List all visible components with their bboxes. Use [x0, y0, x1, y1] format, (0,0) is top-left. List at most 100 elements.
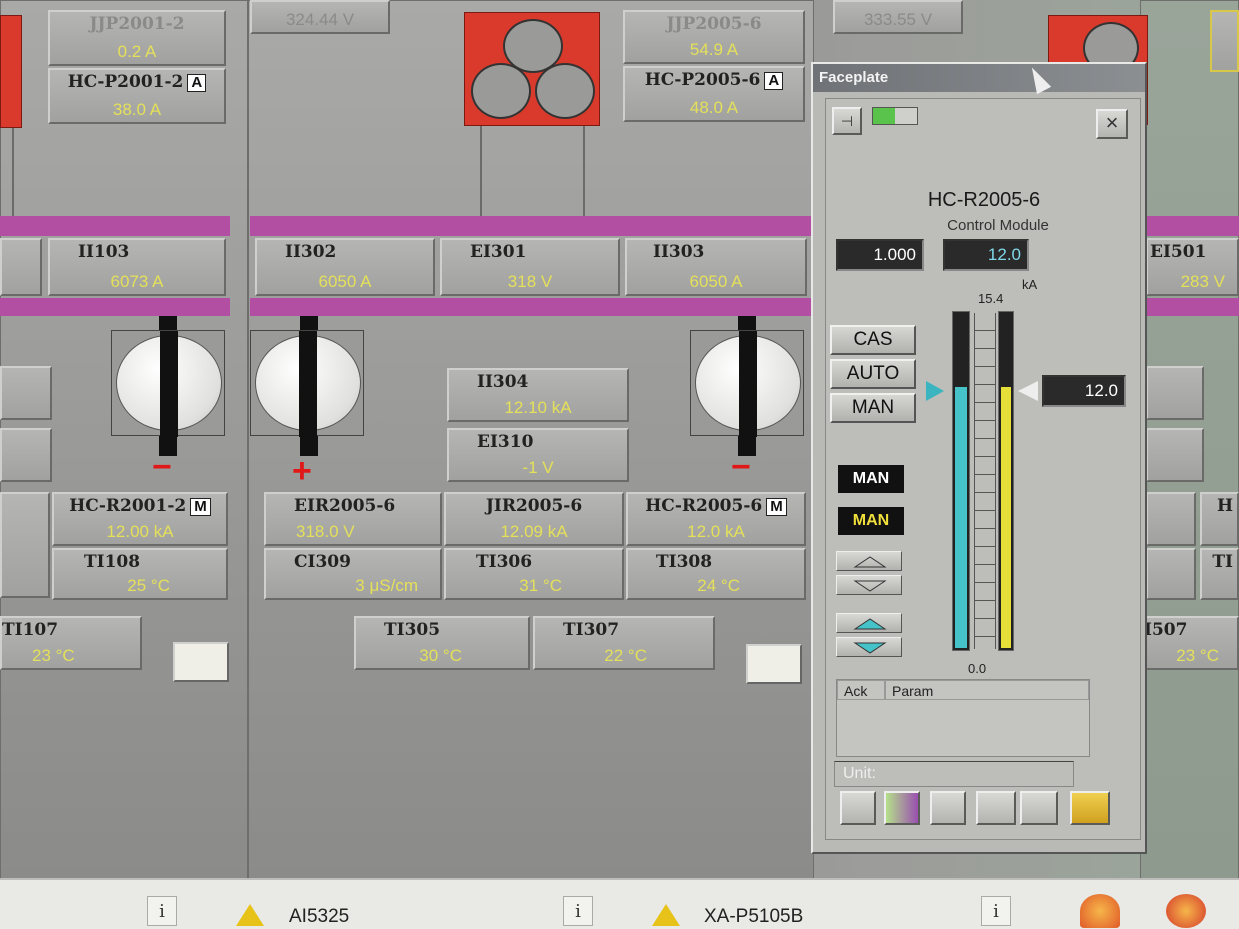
tag-ii304[interactable]: II304 12.10 kA — [447, 368, 629, 422]
tag-ti308[interactable]: TI308 24 °C — [626, 548, 806, 600]
fast-increase-button[interactable] — [836, 613, 902, 633]
warning-icon — [652, 904, 680, 926]
motor-center[interactable] — [464, 12, 600, 126]
tag-hc-p2005-6[interactable]: HC-P2005-6 A 48.0 A — [623, 66, 805, 122]
info-button[interactable]: i — [563, 896, 593, 926]
tag-jjp2005-6[interactable]: JJP2005-6 54.9 A — [623, 10, 805, 64]
minus-sign: − — [731, 448, 751, 486]
tag-right-corner[interactable] — [1210, 10, 1239, 72]
busbar-left — [0, 216, 230, 236]
tag-partial-left[interactable] — [0, 366, 52, 420]
tag-ii302[interactable]: II302 6050 A — [255, 238, 435, 296]
scale-max: 15.4 — [978, 291, 1004, 306]
display-icon[interactable] — [976, 791, 1016, 825]
mode-tag-yellow: MAN — [838, 507, 904, 535]
tag-ei310[interactable]: EI310 -1 V — [447, 428, 629, 482]
fan-icon — [471, 63, 531, 119]
tag-ei501[interactable]: EI501 283 V — [1146, 238, 1239, 296]
faceplate-window: Faceplate ⊣ × HC-R2005-6 Control Module … — [811, 62, 1147, 854]
tag-ei301[interactable]: EI301 318 V — [440, 238, 620, 296]
trend-icon[interactable] — [930, 791, 966, 825]
increase-button[interactable] — [836, 551, 902, 571]
decrease-button[interactable] — [836, 575, 902, 595]
busbar-center-low — [250, 298, 816, 316]
tag-partial-left[interactable] — [0, 492, 50, 598]
busbar-left-low — [0, 298, 230, 316]
breaker-center[interactable] — [250, 330, 364, 437]
setpoint-field[interactable]: 12.0 — [1042, 375, 1126, 407]
pv-marker-icon — [926, 381, 944, 401]
busbar-right-low — [1146, 298, 1239, 316]
info-button[interactable]: i — [147, 896, 177, 926]
alarm-text-2[interactable]: XA-P5105B — [704, 906, 803, 928]
faceplate-icon[interactable] — [884, 791, 920, 825]
list-icon[interactable] — [840, 791, 876, 825]
tag-ii303[interactable]: II303 6050 A — [625, 238, 807, 296]
manual-badge: M — [766, 497, 787, 516]
tag-partial-right-ti[interactable]: TI — [1200, 548, 1239, 600]
alarm-bell-icon[interactable] — [1070, 791, 1110, 825]
tag-eir2005-6[interactable]: EIR2005-6 318.0 V — [264, 492, 442, 546]
alarm-col-param: Param — [885, 680, 1089, 700]
tag-i507[interactable]: I507 23 °C — [1140, 616, 1239, 670]
tag-ti305[interactable]: TI305 30 °C — [354, 616, 530, 670]
tag-hidden-center[interactable]: 324.44 V — [250, 0, 390, 34]
sp-bar-fill — [1001, 387, 1011, 648]
tag-partial-left[interactable] — [0, 238, 42, 296]
tag-ci309[interactable]: CI309 3 μS/cm — [264, 548, 442, 600]
close-button[interactable]: × — [1096, 109, 1128, 139]
mode-cas-button[interactable]: CAS — [830, 325, 916, 355]
tag-partial-right-h[interactable]: H — [1200, 492, 1239, 546]
breaker-left[interactable] — [111, 330, 225, 437]
breaker-right[interactable] — [690, 330, 804, 437]
tag-ti107[interactable]: TI107 23 °C — [0, 616, 142, 670]
tag-hidden-far[interactable]: 333.55 V — [833, 0, 963, 34]
tag-hc-r2001-2[interactable]: HC-R2001-2 M 12.00 kA — [52, 492, 228, 546]
auto-badge: A — [187, 73, 207, 92]
manual-badge: M — [190, 497, 211, 516]
fan-icon — [535, 63, 595, 119]
unit-field: Unit: — [834, 761, 1074, 787]
tag-ti108[interactable]: TI108 25 °C — [52, 548, 228, 600]
sp-marker-icon[interactable] — [1018, 381, 1038, 401]
alarm-col-ack: Ack — [837, 680, 885, 700]
tag-partial-left[interactable] — [0, 428, 52, 482]
tag-ti306[interactable]: TI306 31 °C — [444, 548, 624, 600]
mode-tag-white: MAN — [838, 465, 904, 493]
faceplate-title[interactable]: Faceplate — [813, 64, 1145, 92]
motor-left[interactable] — [0, 15, 22, 128]
silence-icon[interactable] — [1166, 894, 1206, 928]
alarm-text-1[interactable]: AI5325 — [289, 906, 349, 928]
mode-man-button[interactable]: MAN — [830, 393, 916, 423]
tag-jjp2001-2[interactable]: JJP2001-2 0.2 A — [48, 10, 226, 66]
pin-icon[interactable]: ⊣ — [832, 107, 862, 135]
info-button[interactable]: i — [981, 896, 1011, 926]
tag-jir2005-6[interactable]: JIR2005-6 12.09 kA — [444, 492, 624, 546]
tag-ti307[interactable]: TI307 22 °C — [533, 616, 715, 670]
tag-ii103[interactable]: II103 6073 A — [48, 238, 226, 296]
tag-partial-right[interactable] — [1146, 548, 1196, 600]
gain-field[interactable]: 1.000 — [836, 239, 924, 271]
tag-hc-r2005-6[interactable]: HC-R2005-6 M 12.0 kA — [626, 492, 806, 546]
fast-decrease-button[interactable] — [836, 637, 902, 657]
acknowledge-icon[interactable] — [1080, 894, 1120, 928]
status-bar: i AI5325 i XA-P5105B i — [0, 878, 1239, 929]
scale-ruler — [974, 313, 996, 649]
chart-icon[interactable] — [1020, 791, 1058, 825]
trend-icon[interactable] — [173, 642, 229, 682]
tag-partial-right[interactable] — [1146, 366, 1204, 420]
trend-icon[interactable] — [746, 644, 802, 684]
toggle-icon[interactable] — [872, 107, 918, 125]
tag-partial-right[interactable] — [1146, 428, 1204, 482]
busbar-center — [250, 216, 816, 236]
pv-bar-track — [952, 311, 970, 651]
unit-label: kA — [1022, 277, 1038, 292]
scale-min: 0.0 — [968, 661, 987, 676]
tag-partial-right[interactable] — [1146, 492, 1196, 546]
alarm-list[interactable]: Ack Param — [836, 679, 1090, 757]
auto-badge: A — [764, 71, 784, 90]
tag-hc-p2001-2[interactable]: HC-P2001-2 A 38.0 A — [48, 68, 226, 124]
faceplate-body: ⊣ × HC-R2005-6 Control Module 1.000 12.0… — [825, 98, 1141, 840]
minus-sign: − — [152, 448, 172, 486]
mode-auto-button[interactable]: AUTO — [830, 359, 916, 389]
